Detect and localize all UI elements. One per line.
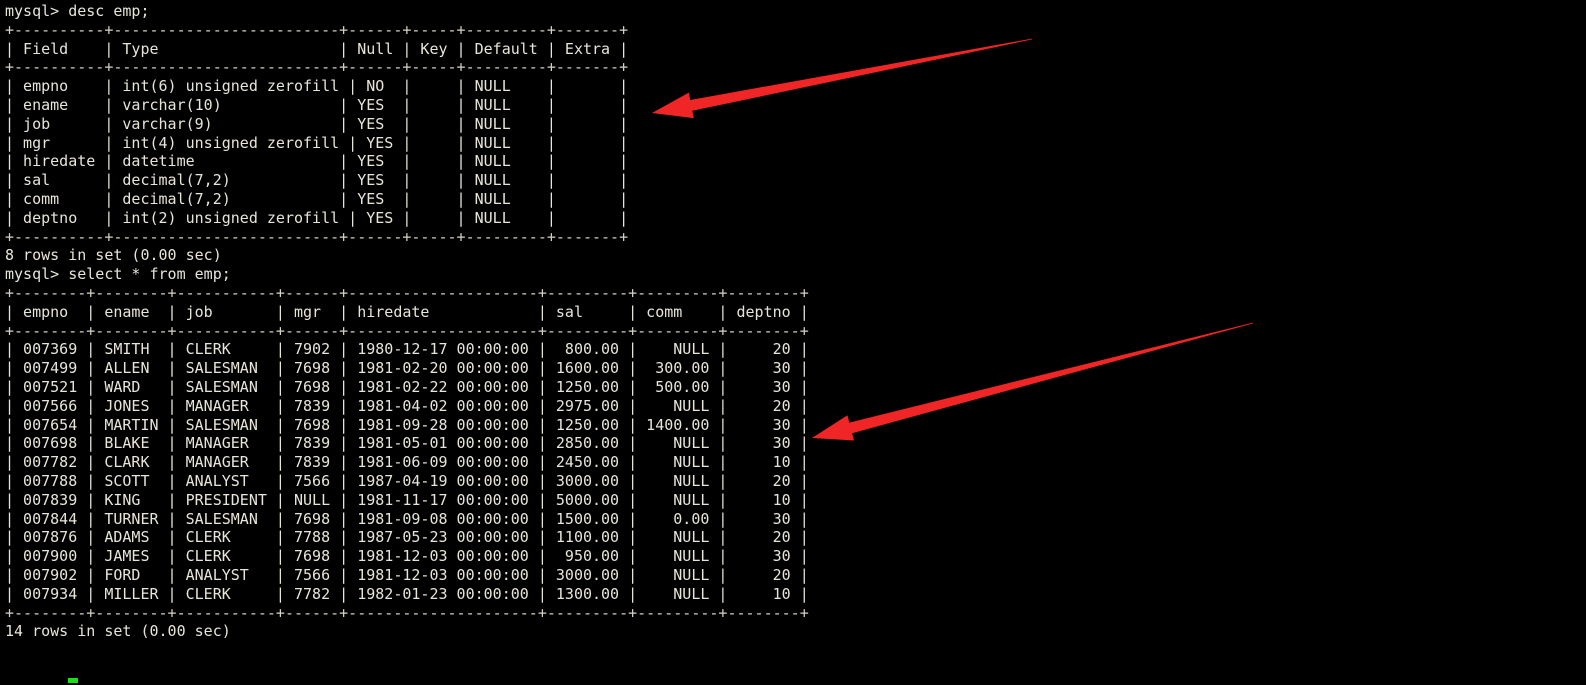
terminal-line: | 007876 | ADAMS | CLERK | 7788 | 1987-0… <box>5 528 809 547</box>
terminal-line: | 007521 | WARD | SALESMAN | 7698 | 1981… <box>5 377 809 396</box>
terminal-line: | job | varchar(9) | YES | | NULL | | <box>5 114 629 133</box>
terminal-line: | mgr | int(4) unsigned zerofill | YES |… <box>5 133 629 152</box>
terminal-line: | deptno | int(2) unsigned zerofill | YE… <box>5 208 629 227</box>
terminal-line: +--------+--------+-----------+------+--… <box>5 603 809 622</box>
terminal-line: +----------+-------------------------+--… <box>5 58 629 77</box>
terminal-line: | ename | varchar(10) | YES | | NULL | | <box>5 95 629 114</box>
terminal-line: +----------+-------------------------+--… <box>5 20 629 39</box>
terminal-line: | 007902 | FORD | ANALYST | 7566 | 1981-… <box>5 565 809 584</box>
terminal-line: | 007788 | SCOTT | ANALYST | 7566 | 1987… <box>5 471 809 490</box>
terminal-line: +----------+-------------------------+--… <box>5 227 629 246</box>
terminal-line: | 007654 | MARTIN | SALESMAN | 7698 | 19… <box>5 415 809 434</box>
terminal-cursor <box>68 678 78 683</box>
terminal-line: +--------+--------+-----------+------+--… <box>5 321 809 340</box>
terminal-line: | 007934 | MILLER | CLERK | 7782 | 1982-… <box>5 584 809 603</box>
terminal-output: mysql> desc emp; +----------+------------… <box>5 2 1586 641</box>
terminal-line: | sal | decimal(7,2) | YES | | NULL | | <box>5 171 629 190</box>
terminal-line: | 007566 | JONES | MANAGER | 7839 | 1981… <box>5 396 809 415</box>
terminal-line: | 007499 | ALLEN | SALESMAN | 7698 | 198… <box>5 359 809 378</box>
terminal-line: | Field | Type | Null | Key | Default | … <box>5 39 629 58</box>
mysql-terminal[interactable]: mysql> desc emp; +----------+------------… <box>0 0 1586 685</box>
terminal-line: +--------+--------+-----------+------+--… <box>5 283 809 302</box>
terminal-line: mysql> select * from emp; <box>5 265 231 284</box>
terminal-line: | 007782 | CLARK | MANAGER | 7839 | 1981… <box>5 453 809 472</box>
terminal-line: 8 rows in set (0.00 sec) <box>5 246 222 265</box>
terminal-line: | empno | int(6) unsigned zerofill | NO … <box>5 77 629 96</box>
terminal-line: | hiredate | datetime | YES | | NULL | | <box>5 152 629 171</box>
terminal-line: 14 rows in set (0.00 sec) <box>5 622 231 641</box>
terminal-line: | 007698 | BLAKE | MANAGER | 7839 | 1981… <box>5 434 809 453</box>
terminal-line: | 007900 | JAMES | CLERK | 7698 | 1981-1… <box>5 547 809 566</box>
terminal-line: | comm | decimal(7,2) | YES | | NULL | | <box>5 189 629 208</box>
terminal-line: | 007369 | SMITH | CLERK | 7902 | 1980-1… <box>5 340 809 359</box>
terminal-line: mysql> desc emp; <box>5 2 150 20</box>
terminal-line: | 007839 | KING | PRESIDENT | NULL | 198… <box>5 490 809 509</box>
terminal-line: | empno | ename | job | mgr | hiredate |… <box>5 302 809 321</box>
terminal-line: | 007844 | TURNER | SALESMAN | 7698 | 19… <box>5 509 809 528</box>
